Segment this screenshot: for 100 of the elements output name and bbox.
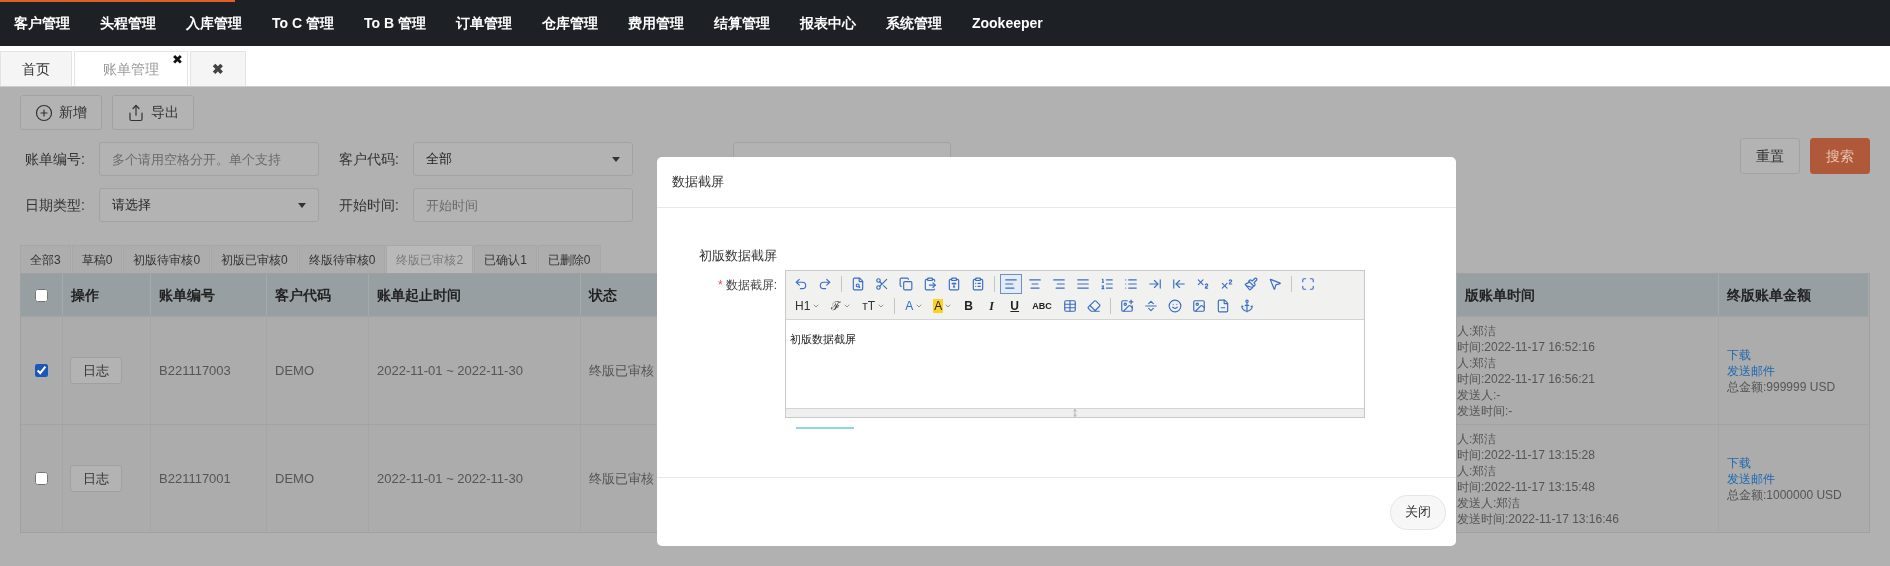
table-cell-text: 2022-11-01 ~ 2022-11-30 <box>377 469 523 488</box>
status-tab[interactable]: 初版已审核0 <box>211 245 298 273</box>
editor-content: 初版数据截屏 <box>790 332 856 345</box>
preview-icon <box>851 276 865 291</box>
rich-text-editor[interactable]: H1 ℱ тT A A B I U ABC 初版数据截屏 <box>785 269 1365 418</box>
field-label: 日期类型: <box>25 195 86 215</box>
fullscreen-icon <box>1301 276 1315 291</box>
nav-item[interactable]: 入库管理 <box>186 12 242 34</box>
table-cell-text: 发送时间:2022-11-17 13:16:46 <box>1457 510 1620 527</box>
outdent-icon <box>1172 276 1186 291</box>
close-button[interactable]: 关闭 <box>1390 494 1446 530</box>
page-break-icon <box>1215 298 1230 313</box>
column-header: 账单起止时间 <box>377 285 461 305</box>
close-tab-icon[interactable]: ✖ <box>172 50 183 70</box>
table-cell-text: 人:郑洁 <box>1457 462 1498 479</box>
pointer-icon <box>1268 276 1282 291</box>
undo-icon <box>794 276 808 291</box>
horizontal-rule-icon <box>1143 298 1158 313</box>
status-tab[interactable]: 已确认1 <box>474 245 537 273</box>
page-tab[interactable]: 账单管理 ✖ <box>74 51 188 86</box>
plus-circle-icon <box>35 103 53 122</box>
nav-item[interactable]: 客户管理 <box>14 12 70 34</box>
nav-item[interactable]: 费用管理 <box>627 12 684 34</box>
column-header: 状态 <box>589 285 617 305</box>
table-cell-text: 人:郑洁 <box>1457 430 1498 447</box>
table-cell-text: B221117003 <box>159 361 231 380</box>
log-button[interactable]: 日志 <box>70 465 122 492</box>
bullet-list-icon <box>1124 276 1138 291</box>
nav-item[interactable]: 报表中心 <box>799 12 856 34</box>
format-button[interactable]: B <box>958 295 980 316</box>
column-header: 操作 <box>71 285 99 305</box>
nav-item[interactable]: 头程管理 <box>100 12 156 34</box>
format-dropdown[interactable]: A <box>929 295 957 316</box>
column-header: 账单编号 <box>159 285 215 305</box>
format-dropdown[interactable]: A <box>900 295 928 316</box>
text-field[interactable]: 开始时间 <box>413 188 633 222</box>
export-button[interactable]: 导出 <box>112 95 194 130</box>
field-label: 开始时间: <box>339 195 400 215</box>
table-cell-text: 人:郑洁 <box>1457 322 1498 339</box>
row-checkbox[interactable] <box>35 472 48 485</box>
status-tab[interactable]: 已删除0 <box>537 245 601 273</box>
table-cell-text: DEMO <box>275 361 314 380</box>
nav-item[interactable]: 订单管理 <box>455 12 512 34</box>
export-icon <box>127 103 145 122</box>
add-button[interactable]: 新增 <box>20 95 102 130</box>
table-cell-text: 人:郑洁 <box>1457 354 1498 371</box>
table-cell-text: 时间:2022-11-17 13:15:48 <box>1457 478 1596 495</box>
eraser-icon <box>1086 298 1101 313</box>
table-cell-text: DEMO <box>275 469 314 488</box>
align-left-icon <box>1004 276 1018 291</box>
reset-button[interactable]: 重置 <box>1740 138 1800 174</box>
table-cell-text: 总金额:999999 USD <box>1727 378 1837 395</box>
align-center-icon <box>1028 276 1042 291</box>
format-button[interactable]: ABC <box>1027 295 1057 316</box>
column-header: 终版账单金额 <box>1727 285 1811 305</box>
status-tab[interactable]: 全部3 <box>20 245 71 273</box>
format-dropdown[interactable]: ℱ <box>826 295 856 316</box>
nav-item[interactable]: 系统管理 <box>885 12 942 34</box>
paste-list-icon <box>971 276 985 291</box>
status-tab[interactable]: 初版待审核0 <box>123 245 211 273</box>
dropdown-arrow-icon <box>612 156 620 162</box>
brush-icon <box>1244 276 1258 291</box>
format-button[interactable]: I <box>981 295 1003 316</box>
table-cell-text: 时间:2022-11-17 13:15:28 <box>1457 446 1596 463</box>
nav-item[interactable]: To C 管理 <box>272 12 334 34</box>
align-left-button[interactable] <box>1000 273 1022 294</box>
select-field[interactable]: 全部 <box>413 142 633 176</box>
ordered-list-icon <box>1100 276 1114 291</box>
dialog-title: 数据截屏 <box>672 173 724 192</box>
resize-handle-icon[interactable] <box>1071 408 1079 417</box>
align-right-icon <box>1052 276 1066 291</box>
select-field[interactable]: 请选择 <box>99 188 319 222</box>
row-checkbox[interactable] <box>35 364 48 377</box>
field-label: 客户代码: <box>339 149 400 169</box>
text-field[interactable]: 多个请用空格分开。单个支持 <box>99 142 319 176</box>
log-button[interactable]: 日志 <box>70 357 122 384</box>
page-tab[interactable]: ✖ <box>190 51 246 86</box>
table-cell-text: 时间:2022-11-17 16:52:16 <box>1457 338 1596 355</box>
table-cell-text: 终版已审核 <box>589 361 654 380</box>
select-all-checkbox[interactable] <box>35 288 48 302</box>
nav-item[interactable]: 仓库管理 <box>541 12 598 34</box>
table-cell-text: 时间:2022-11-17 16:56:21 <box>1457 370 1596 387</box>
table-cell-text: 发送人:- <box>1457 386 1502 403</box>
format-dropdown[interactable]: H1 <box>790 295 825 316</box>
indent-icon <box>1148 276 1162 291</box>
nav-item[interactable]: To B 管理 <box>363 12 426 34</box>
smiley-icon <box>1167 298 1182 313</box>
status-tab[interactable]: 终版待审核0 <box>298 245 386 273</box>
page-tab[interactable]: 首页 <box>0 51 72 86</box>
status-tab[interactable]: 草稿0 <box>71 245 123 273</box>
format-dropdown[interactable]: тT <box>857 295 890 316</box>
nav-item[interactable]: Zookeeper <box>971 12 1043 34</box>
nav-item[interactable]: 结算管理 <box>713 12 770 34</box>
column-header: 版账单时间 <box>1465 285 1535 305</box>
field-label: 账单编号: <box>25 149 86 169</box>
format-button[interactable]: U <box>1004 295 1026 316</box>
table-icon <box>1062 298 1077 313</box>
superscript-icon <box>1220 276 1234 291</box>
subscript-icon <box>1196 276 1210 291</box>
table-cell-text: 终版已审核 <box>589 469 654 488</box>
